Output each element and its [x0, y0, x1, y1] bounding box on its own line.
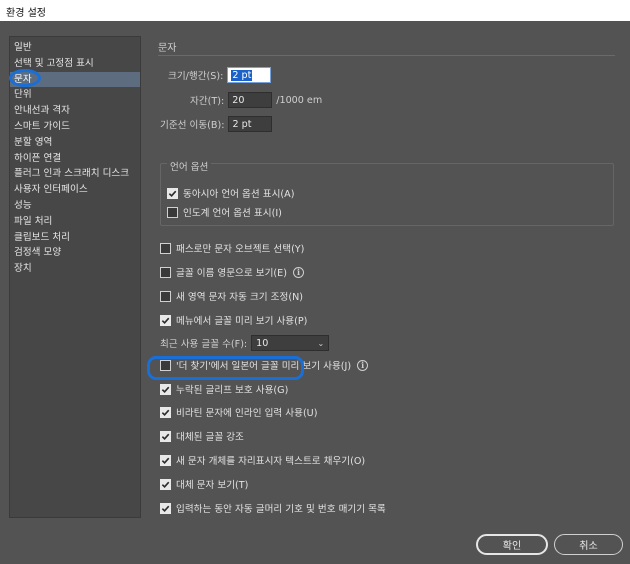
- highlight-substituted-label: 대체된 글꼴 강조: [176, 432, 244, 443]
- sidebar-item-smart-guides[interactable]: 스마트 가이드: [10, 119, 140, 135]
- sidebar-item-clipboard[interactable]: 클립보드 처리: [10, 230, 140, 246]
- recent-fonts-select[interactable]: 10 ⌄: [251, 335, 330, 351]
- sidebar-item-selection-anchor[interactable]: 선택 및 고정점 표시: [10, 56, 140, 72]
- preferences-dialog: 일반 선택 및 고정점 표시 문자 단위 안내선과 격자 스마트 가이드 분할 …: [0, 21, 630, 564]
- sidebar-item-type[interactable]: 문자: [10, 71, 140, 88]
- recent-fonts-value: 10: [256, 337, 269, 349]
- info-icon[interactable]: i: [357, 359, 369, 371]
- checkmark-icon: [161, 317, 170, 324]
- checkmark-icon: [161, 409, 170, 416]
- cancel-button[interactable]: 취소: [554, 534, 623, 555]
- ok-button[interactable]: 확인: [476, 534, 548, 555]
- tracking-unit: /1000 em: [276, 94, 323, 106]
- category-sidebar: 일반 선택 및 고정점 표시 문자 단위 안내선과 격자 스마트 가이드 분할 …: [9, 36, 141, 518]
- language-options-title: 언어 옵션: [167, 159, 212, 173]
- checkbox-inline-input[interactable]: [160, 406, 171, 418]
- checkbox-auto-size-area-type[interactable]: [160, 290, 171, 302]
- size-leading-input[interactable]: 2 pt: [227, 67, 272, 83]
- sidebar-item-devices[interactable]: 장치: [10, 261, 140, 277]
- sidebar-item-file-handling[interactable]: 파일 처리: [10, 214, 140, 230]
- checkbox-placeholder-text[interactable]: [160, 454, 171, 466]
- info-icon[interactable]: i: [292, 266, 304, 278]
- checkbox-show-alternates[interactable]: [160, 478, 171, 490]
- checkmark-icon: [168, 190, 177, 197]
- japanese-preview-label: '더 찾기'에서 일본어 글꼴 미리 보기 사용(J): [176, 361, 352, 372]
- size-leading-value: 2 pt: [231, 69, 253, 81]
- east-asian-label: 동아시아 언어 옵션 표시(A): [183, 189, 295, 200]
- sidebar-item-user-interface[interactable]: 사용자 인터페이스: [10, 182, 140, 198]
- checkbox-auto-bullets[interactable]: [160, 502, 171, 514]
- sidebar-item-plugins-scratch[interactable]: 플러그 인과 스크래치 디스크: [10, 166, 140, 182]
- checkbox-indic[interactable]: [167, 206, 178, 218]
- placeholder-text-label: 새 문자 개체를 자리표시자 텍스트로 채우기(O): [176, 456, 366, 467]
- checkbox-font-names-english[interactable]: [160, 266, 171, 278]
- tracking-input[interactable]: 20: [228, 92, 273, 108]
- auto-bullets-label: 입력하는 동안 자동 글머리 기호 및 번호 매기기 목록: [176, 504, 386, 515]
- window-title: 환경 설정: [0, 0, 630, 21]
- missing-glyph-label: 누락된 글리프 보호 사용(G): [176, 385, 289, 396]
- checkbox-highlight-substituted[interactable]: [160, 430, 171, 442]
- baseline-shift-label: 기준선 이동(B):: [160, 120, 225, 131]
- checkbox-font-preview[interactable]: [160, 314, 171, 326]
- sidebar-item-hyphenation[interactable]: 하이픈 연결: [10, 151, 140, 167]
- checkmark-icon: [161, 505, 170, 512]
- show-alternates-label: 대체 문자 보기(T): [176, 480, 249, 491]
- checkmark-icon: [161, 481, 170, 488]
- font-names-english-label: 글꼴 이름 영문으로 보기(E): [176, 268, 287, 279]
- checkbox-missing-glyph[interactable]: [160, 383, 171, 395]
- sidebar-item-guides-grid[interactable]: 안내선과 격자: [10, 103, 140, 119]
- baseline-shift-input[interactable]: 2 pt: [228, 116, 273, 132]
- checkmark-icon: [161, 457, 170, 464]
- chevron-down-icon: ⌄: [317, 338, 325, 348]
- sidebar-item-performance[interactable]: 성능: [10, 198, 140, 214]
- sidebar-item-units[interactable]: 단위: [10, 87, 140, 103]
- type-settings-panel: 문자 크기/행간(S): 2 pt 자간(T): 20 /1000 em 기준선…: [151, 36, 623, 518]
- size-leading-label: 크기/행간(S):: [168, 71, 224, 82]
- checkmark-icon: [161, 386, 170, 393]
- section-divider: [158, 55, 615, 56]
- sidebar-item-slices[interactable]: 분할 영역: [10, 135, 140, 151]
- section-title: 문자: [158, 43, 177, 54]
- recent-fonts-label: 최근 사용 글꼴 수(F):: [160, 339, 248, 350]
- select-by-path-label: 패스로만 문자 오브젝트 선택(Y): [176, 244, 305, 255]
- tracking-label: 자간(T):: [190, 96, 225, 107]
- checkmark-icon: [161, 433, 170, 440]
- indic-label: 인도계 언어 옵션 표시(I): [183, 208, 282, 219]
- sidebar-item-general[interactable]: 일반: [10, 40, 140, 56]
- checkbox-select-by-path[interactable]: [160, 242, 171, 254]
- auto-size-area-type-label: 새 영역 문자 자동 크기 조정(N): [176, 292, 303, 303]
- inline-input-label: 비라틴 문자에 인라인 입력 사용(U): [176, 408, 318, 419]
- font-preview-label: 메뉴에서 글꼴 미리 보기 사용(P): [176, 316, 308, 327]
- checkbox-east-asian[interactable]: [167, 187, 178, 199]
- checkbox-japanese-preview[interactable]: [160, 359, 171, 371]
- sidebar-item-black-appearance[interactable]: 검정색 모양: [10, 245, 140, 261]
